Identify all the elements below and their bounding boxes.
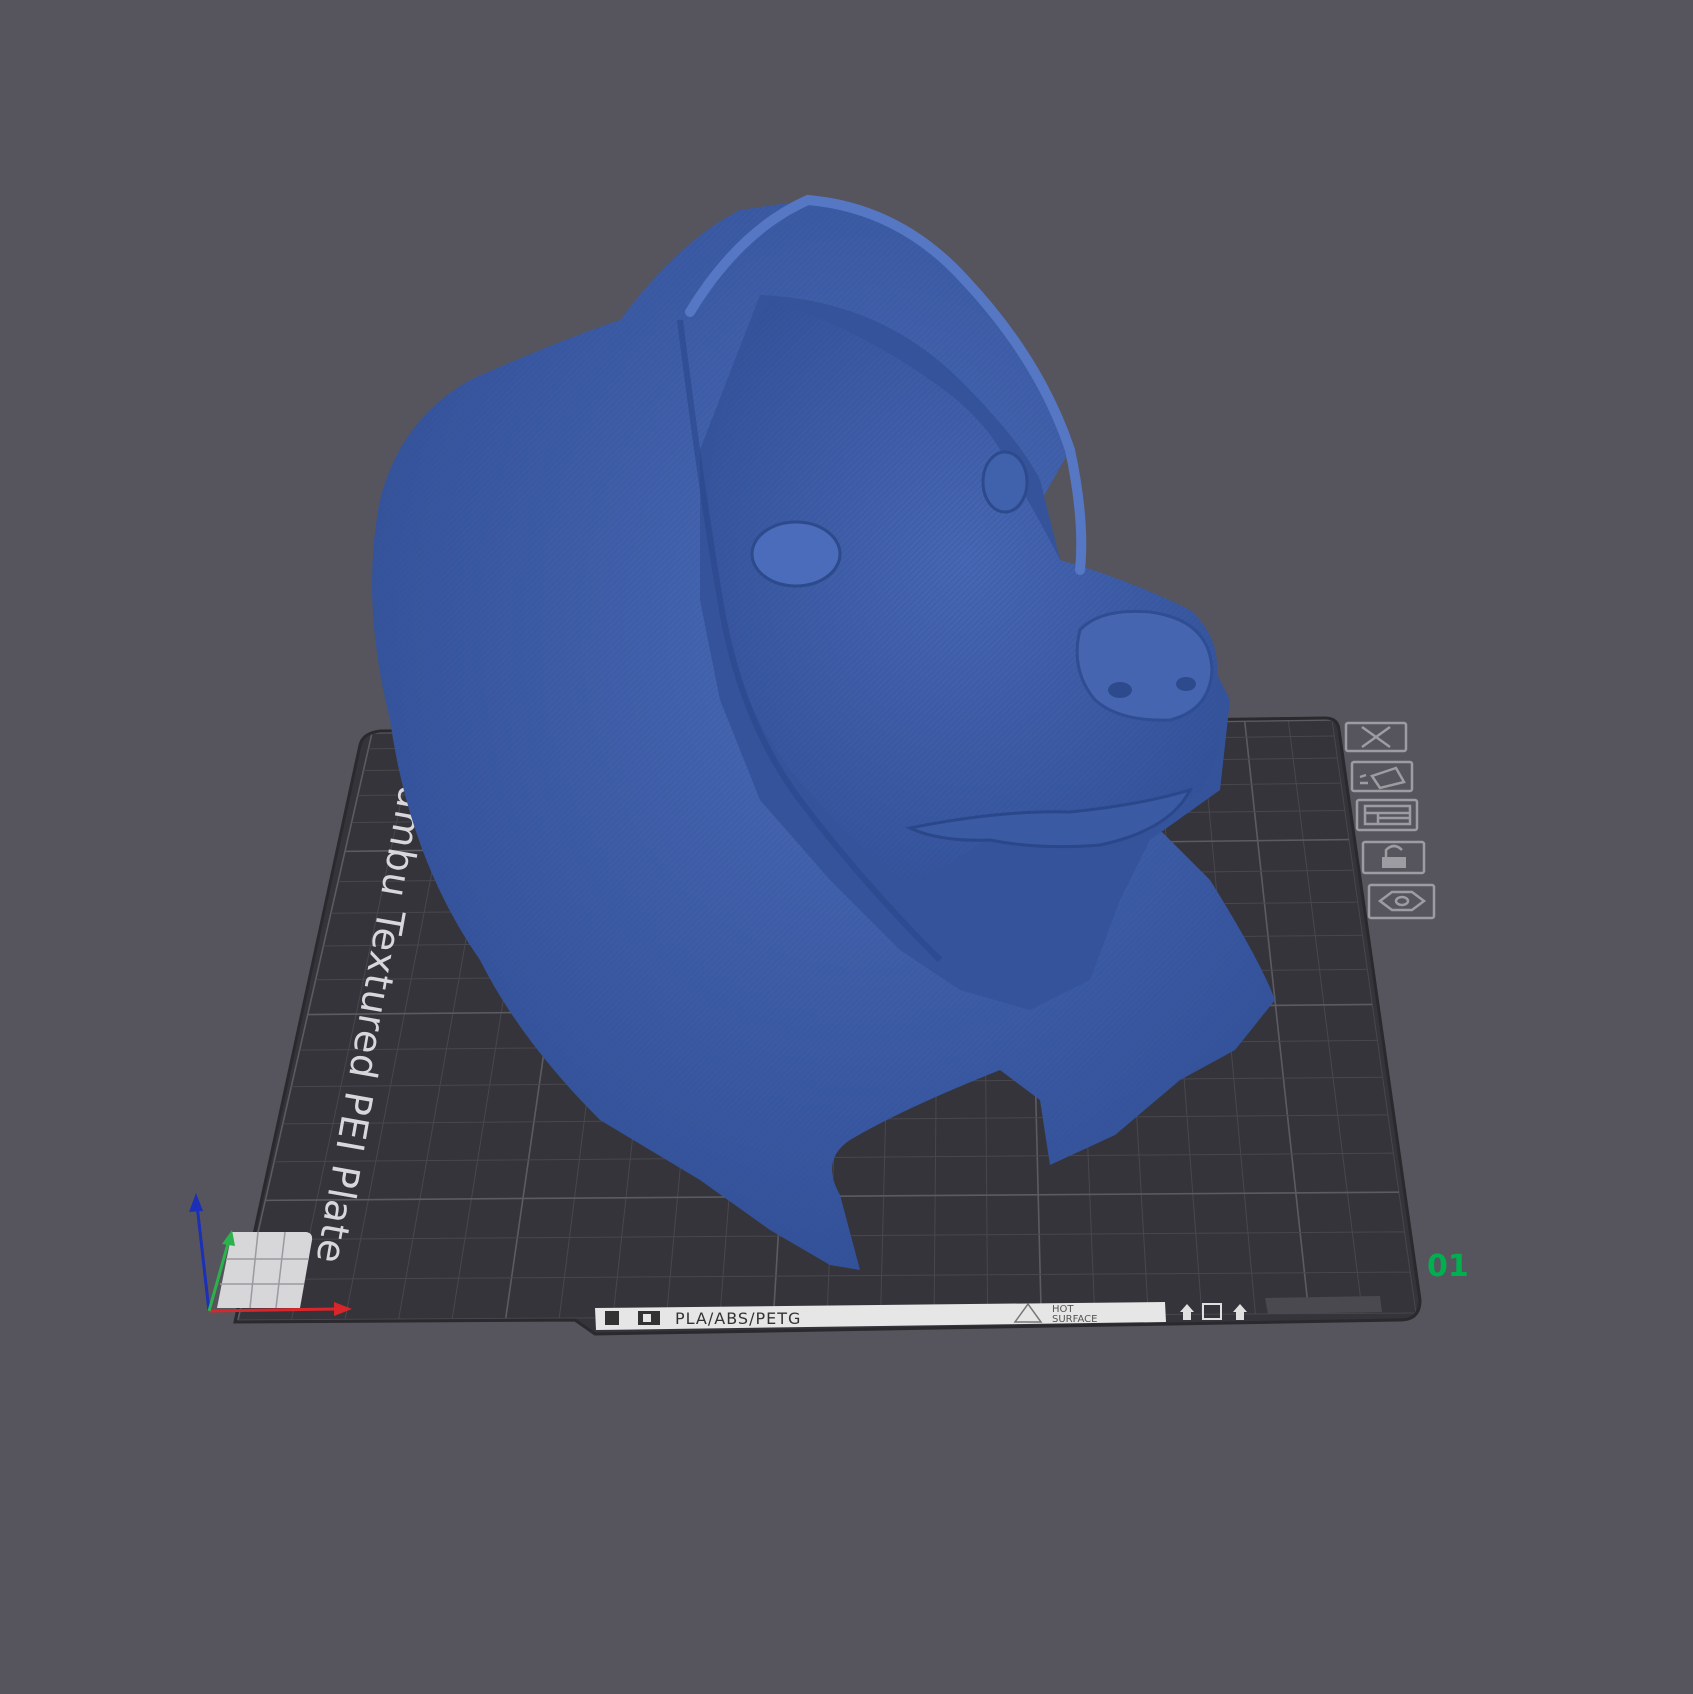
lock-plate-button[interactable] [1361, 840, 1426, 875]
plate-view-button[interactable] [1367, 883, 1436, 920]
surface-label: SURFACE [1052, 1314, 1097, 1325]
3d-viewport[interactable]: Bambu Textured PEI Plate PLA/ABS/PETG HO… [0, 0, 1693, 1694]
arrange-icon [1359, 766, 1406, 790]
lock-icon [1382, 844, 1406, 868]
arrange-plate-button[interactable] [1350, 760, 1414, 793]
plate-number: 01 [1427, 1249, 1469, 1284]
x-axis [208, 1307, 337, 1313]
material-label: PLA/ABS/PETG [675, 1309, 801, 1328]
z-axis-arrow-icon [189, 1193, 203, 1212]
delete-plate-button[interactable] [1344, 721, 1408, 753]
eye-icon [1377, 890, 1427, 912]
plate-settings-button[interactable] [1355, 798, 1419, 832]
model-nose [1075, 609, 1214, 722]
layout-icon [1363, 804, 1412, 826]
model-left-eye [750, 520, 842, 588]
z-axis [195, 1204, 211, 1312]
close-icon [1361, 725, 1391, 749]
model-right-eye [981, 450, 1029, 514]
